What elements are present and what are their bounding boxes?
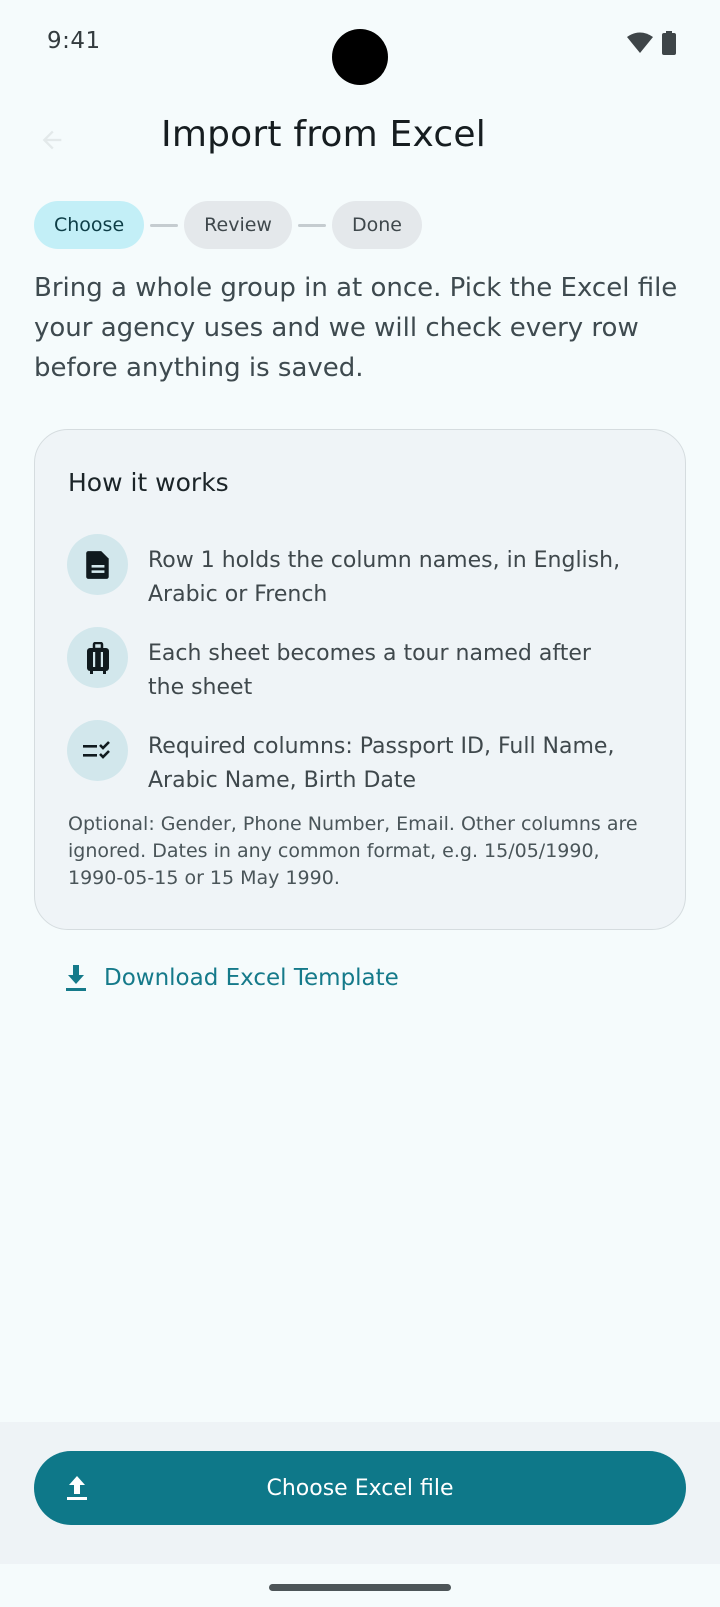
step-review: Review (184, 201, 292, 249)
download-template-link[interactable]: Download Excel Template (64, 964, 399, 992)
status-icons (626, 31, 676, 55)
how-it-works-card: How it works Row 1 holds the column name… (34, 429, 686, 930)
upload-icon (67, 1476, 87, 1500)
info-row-text: Each sheet becomes a tour named after th… (148, 641, 591, 700)
optional-note: Optional: Gender, Phone Number, Email. O… (68, 813, 638, 889)
battery-icon (662, 31, 676, 55)
info-row-text: Required columns: Passport ID, Full Name… (148, 734, 615, 793)
page-title: Import from Excel (161, 114, 486, 155)
home-indicator (269, 1584, 451, 1591)
wifi-icon (627, 32, 653, 53)
choose-excel-file-button[interactable]: Choose Excel file (34, 1451, 686, 1525)
arrow-back-icon (42, 130, 62, 150)
step-choose: Choose (34, 201, 145, 249)
document-icon (67, 534, 128, 595)
luggage-icon (67, 627, 128, 688)
card-title: How it works (68, 468, 229, 497)
checklist-icon (67, 720, 128, 781)
choose-excel-file-label: Choose Excel file (266, 1475, 454, 1501)
back-button[interactable] (30, 118, 74, 162)
info-row: Required columns: Passport ID, Full Name… (67, 720, 628, 798)
info-row: Each sheet becomes a tour named after th… (67, 627, 628, 705)
stepper: Choose Review Done (34, 201, 422, 249)
status-time: 9:41 (47, 28, 101, 54)
camera-cutout (332, 29, 388, 85)
step-done: Done (331, 201, 422, 249)
info-row: Row 1 holds the column names, in English… (67, 534, 628, 612)
step-connector (297, 223, 326, 227)
intro-text: Bring a whole group in at once. Pick the… (34, 273, 678, 383)
step-connector (150, 223, 179, 227)
info-row-text: Row 1 holds the column names, in English… (148, 548, 621, 607)
import-screen: 9:41 Import from Excel Choose Review Don… (0, 0, 720, 1607)
download-icon (66, 965, 86, 991)
download-template-label: Download Excel Template (104, 965, 399, 991)
